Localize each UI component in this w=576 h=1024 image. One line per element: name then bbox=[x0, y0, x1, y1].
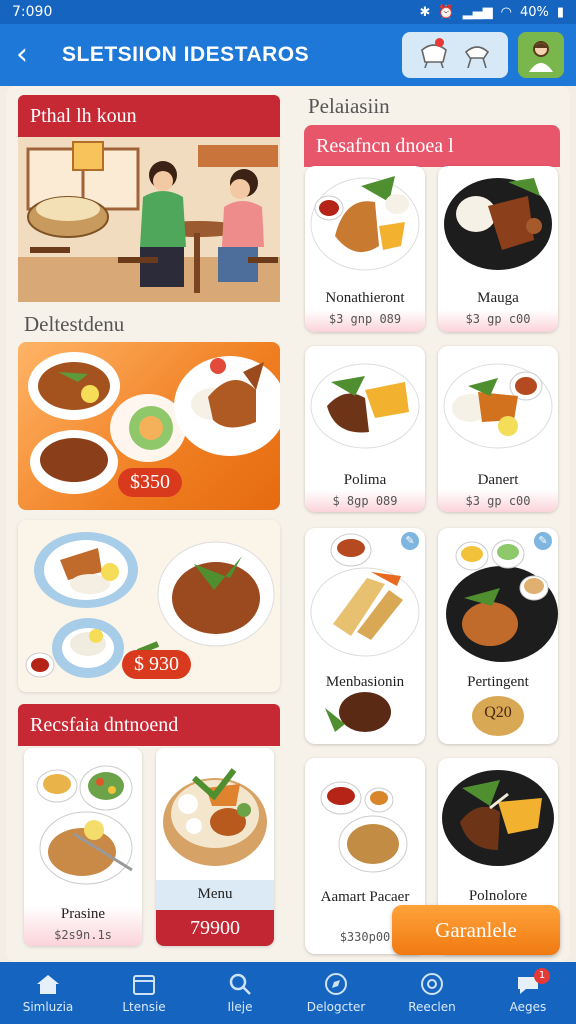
nav-label: Ileje bbox=[227, 1000, 253, 1014]
dish-card-6[interactable]: ✎ Pertingent Q20 bbox=[438, 528, 558, 744]
menu-card-prasine[interactable]: Prasine $2s9n.1s bbox=[24, 748, 142, 946]
dish-price: $ 8gp 089 bbox=[332, 494, 398, 508]
dish-name: Mauga bbox=[477, 290, 519, 306]
nav-badge: 1 bbox=[534, 968, 550, 984]
restaurant-hero-image[interactable] bbox=[18, 137, 280, 302]
section-title-1: Pthal lh koun bbox=[18, 95, 280, 137]
dish-card-4[interactable]: Danert $3 gp c00 bbox=[438, 346, 558, 512]
dish-price: $3 gp c00 bbox=[465, 494, 531, 508]
cream-card-price: $ 930 bbox=[122, 650, 191, 679]
menu-price-bar[interactable]: 79900 bbox=[156, 910, 274, 946]
back-arrow-icon[interactable]: ‹ bbox=[16, 40, 52, 70]
dish-name: Polima bbox=[343, 472, 387, 488]
right-section-title: Resafncn dnoea l bbox=[304, 125, 560, 167]
featured-cream-card[interactable]: $ 930 bbox=[18, 520, 280, 692]
dish-card-1[interactable]: Nonathieront $3 gnp 089 bbox=[305, 166, 425, 332]
signal-icon: ▂▄▆ bbox=[462, 4, 493, 20]
info-badge-icon: ✎ bbox=[401, 532, 419, 550]
nav-label: Aeges bbox=[509, 1000, 547, 1014]
calendar-icon bbox=[133, 975, 155, 995]
dish-price: $3 gnp 089 bbox=[328, 312, 402, 326]
dish-price: Q20 bbox=[484, 704, 512, 721]
dish-name: Aamart Pacaer bbox=[320, 889, 410, 905]
nav-item-4[interactable]: Delogcter bbox=[288, 962, 384, 1024]
section-label-2: Deltestdenu bbox=[24, 312, 125, 336]
battery-icon: ▮ bbox=[556, 4, 564, 20]
app-bar: ‹ SLETSIION IDESTAROS bbox=[0, 24, 576, 86]
dish-price: $3 gp c00 bbox=[465, 312, 531, 326]
notification-dot bbox=[435, 38, 444, 47]
wifi-icon: ◠ bbox=[500, 4, 512, 20]
dish-name: Polnolore bbox=[468, 888, 528, 904]
dish-price: $2s9n.1s bbox=[54, 928, 112, 942]
cart-icon[interactable] bbox=[419, 42, 449, 68]
nav-item-3[interactable]: Ileje bbox=[192, 962, 288, 1024]
profile-avatar[interactable] bbox=[518, 32, 564, 78]
nav-item-5[interactable]: Reeclen bbox=[384, 962, 480, 1024]
nav-label: Ltensie bbox=[122, 1000, 166, 1014]
search-icon bbox=[229, 973, 251, 995]
orange-card-price: $350 bbox=[118, 468, 182, 497]
primary-cta-button[interactable]: Garanlele bbox=[392, 905, 560, 955]
dish-card-5[interactable]: ✎ Menbasionin bbox=[305, 528, 425, 744]
support-icon bbox=[421, 973, 443, 995]
dish-card-2[interactable]: Mauga $3 gp c00 bbox=[438, 166, 558, 332]
bluetooth-icon: ✱ bbox=[419, 4, 431, 20]
nav-item-2[interactable]: Ltensie bbox=[96, 962, 192, 1024]
user-icon bbox=[529, 41, 553, 72]
dish-name: Menbasionin bbox=[325, 674, 405, 690]
info-badge-icon: ✎ bbox=[534, 532, 552, 550]
right-column-label: Pelaiasiin bbox=[308, 94, 390, 118]
dish-card-3[interactable]: Polima $ 8gp 089 bbox=[305, 346, 425, 512]
status-icons: ✱ ⏰ ▂▄▆ ◠ 40% ▮ bbox=[420, 5, 565, 20]
app-title: SLETSIION IDESTAROS bbox=[62, 43, 310, 66]
nav-item-6[interactable]: 1 Aeges bbox=[480, 962, 576, 1024]
nav-item-1[interactable]: Simluzia bbox=[0, 962, 96, 1024]
nav-label: Reeclen bbox=[408, 1000, 456, 1014]
status-bar: 7:090 ✱ ⏰ ▂▄▆ ◠ 40% ▮ bbox=[0, 0, 576, 24]
featured-orange-card[interactable]: $350 bbox=[18, 342, 280, 510]
action-pill[interactable] bbox=[402, 32, 508, 78]
table-icon[interactable] bbox=[462, 42, 492, 68]
dish-name: Danert bbox=[477, 472, 519, 488]
dish-name: Menu bbox=[197, 886, 233, 902]
alarm-icon: ⏰ bbox=[438, 4, 455, 20]
dish-name: Prasine bbox=[60, 906, 106, 922]
home-icon bbox=[37, 975, 59, 994]
compass-icon bbox=[325, 973, 347, 995]
dish-name: Pertingent bbox=[467, 674, 529, 690]
section-title-3: Recsfaia dntnoend bbox=[18, 704, 280, 746]
status-time: 7:090 bbox=[12, 4, 53, 20]
dish-name: Nonathieront bbox=[325, 290, 405, 306]
bottom-navigation: Simluzia Ltensie Ileje Delogcter Reeclen… bbox=[0, 962, 576, 1024]
nav-label: Simluzia bbox=[22, 1000, 74, 1014]
nav-label: Delogcter bbox=[306, 1000, 366, 1014]
menu-card-menu[interactable]: Menu 79900 bbox=[156, 748, 274, 946]
battery-percent: 40% bbox=[519, 4, 549, 20]
